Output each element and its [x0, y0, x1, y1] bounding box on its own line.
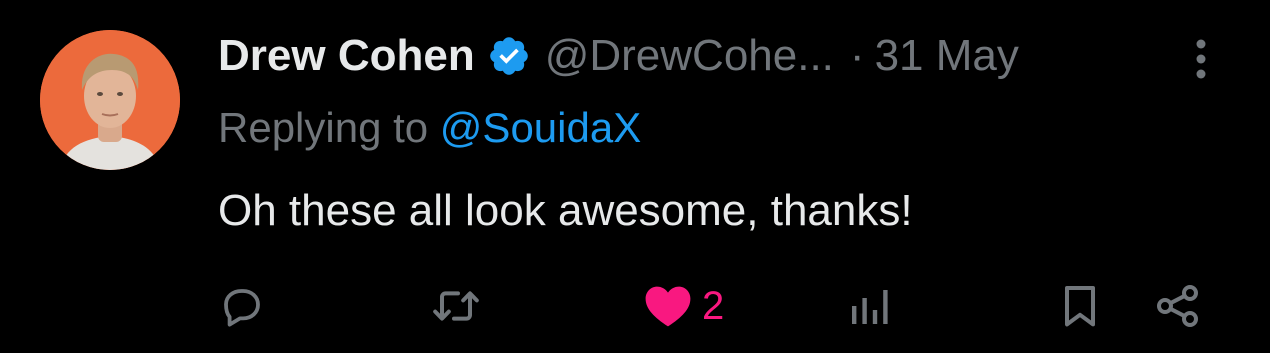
tweet[interactable]: Drew Cohen @DrewCohe... · 31 May Replyin… — [0, 0, 1270, 353]
author-handle[interactable]: @DrewCohe... — [545, 31, 834, 81]
replying-to: Replying to @SouidaX — [218, 104, 641, 152]
bookmark-button[interactable] — [1056, 276, 1104, 336]
views-button[interactable] — [846, 276, 894, 336]
share-button[interactable] — [1154, 276, 1202, 336]
reply-button[interactable] — [218, 276, 266, 336]
tweet-timestamp[interactable]: 31 May — [875, 31, 1019, 81]
tweet-header: Drew Cohen @DrewCohe... · 31 May — [218, 28, 1019, 84]
avatar-photo — [40, 30, 180, 170]
bookmark-icon — [1056, 282, 1104, 330]
heart-filled-icon — [642, 282, 694, 330]
like-count: 2 — [702, 283, 725, 328]
views-icon — [846, 282, 894, 330]
verified-badge-icon[interactable] — [487, 34, 531, 78]
author-display-name[interactable]: Drew Cohen — [218, 31, 475, 81]
replying-to-mention-link[interactable]: @SouidaX — [440, 104, 641, 151]
tweet-actions-bar: 2 — [0, 276, 1270, 336]
like-button[interactable]: 2 — [642, 276, 724, 336]
share-icon — [1154, 282, 1202, 330]
replying-to-label: Replying to — [218, 104, 429, 151]
retweet-button[interactable] — [428, 276, 484, 336]
retweet-icon — [428, 282, 484, 330]
tweet-text: Oh these all look awesome, thanks! — [218, 186, 913, 235]
separator-dot: · — [849, 31, 865, 80]
reply-icon — [218, 282, 266, 330]
more-options-icon[interactable] — [1184, 36, 1218, 82]
avatar[interactable] — [40, 30, 180, 170]
